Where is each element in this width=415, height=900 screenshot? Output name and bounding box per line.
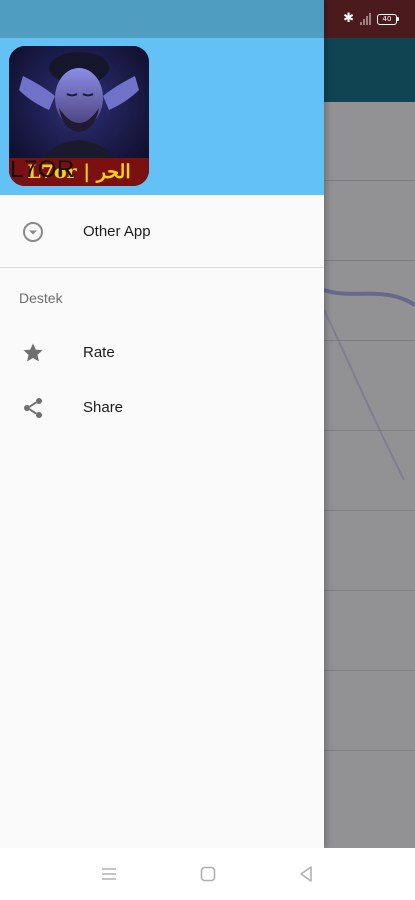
app-name-title: L7OR [10, 156, 75, 183]
section-title-destek: Destek [19, 290, 63, 306]
back-icon[interactable] [296, 864, 316, 884]
home-icon[interactable] [198, 864, 218, 884]
chevron-down-circle-icon [23, 222, 43, 242]
status-bar-icons: ✱ 40 [343, 11, 399, 26]
menu-item-label: Rate [83, 344, 115, 361]
menu-item-label: Other App [83, 223, 151, 240]
menu-item-share[interactable]: Share [0, 380, 324, 436]
menu-item-other-app[interactable]: Other App [0, 204, 324, 260]
system-navigation-bar [0, 848, 415, 900]
bluetooth-icon: ✱ [343, 11, 354, 26]
share-icon [24, 398, 42, 418]
menu-item-rate[interactable]: Rate [0, 325, 324, 381]
menu-item-label: Share [83, 399, 124, 416]
battery-icon: 40 [377, 13, 399, 25]
navigation-drawer: L7or | الحر L7OR Other App Destek Rate S… [0, 0, 324, 848]
drawer-divider [0, 267, 324, 268]
signal-icon [360, 13, 371, 25]
star-icon [23, 343, 43, 362]
drawer-status-bar [0, 0, 324, 38]
menu-icon[interactable] [99, 864, 119, 884]
